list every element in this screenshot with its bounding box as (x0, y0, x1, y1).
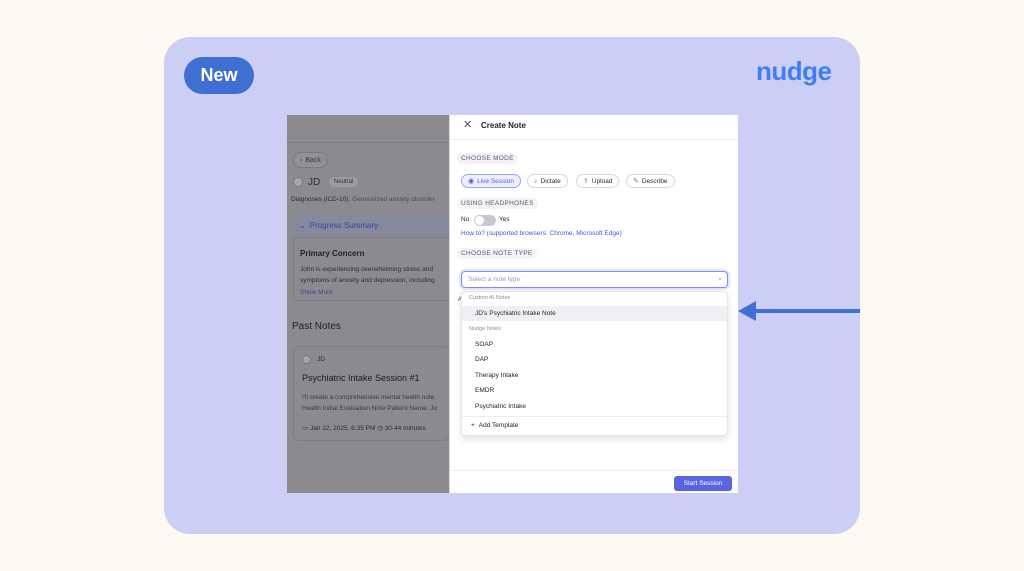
diagnoses: Diagnoses (ICD-10): Generalized anxiety … (291, 196, 435, 203)
progress-summary-header[interactable]: ⌄ Progress Summary (293, 214, 450, 238)
back-button[interactable]: ‹ Back (293, 152, 328, 168)
dropdown-item-therapy-intake[interactable]: Therapy Intake (475, 372, 518, 379)
plus-icon: + (471, 422, 475, 429)
primary-concern-title: Primary Concern (300, 249, 365, 258)
mode-upload-button[interactable]: ⇪ Upload (576, 174, 620, 188)
add-template-button[interactable]: + Add Template (471, 422, 518, 429)
choose-mode-label: CHOOSE MODE (457, 153, 518, 164)
session-preview: I'll create a comprehensive mental healt… (302, 394, 438, 412)
panel-title: Create Note (481, 121, 526, 130)
dropdown-group-nudge: Nudge Notes (469, 326, 502, 332)
session-title: Psychiatric Intake Session #1 (302, 373, 420, 383)
divider (450, 139, 738, 140)
dropdown-item-dap[interactable]: DAP (475, 356, 488, 363)
headphones-label: USING HEADPHONES (457, 198, 538, 209)
primary-concern-text: John is experiencing overwhelming stress… (300, 266, 435, 284)
past-notes-title: Past Notes (292, 321, 341, 332)
dropdown-item-jd-psychiatric-intake[interactable]: JD's Psychiatric Intake Note (475, 310, 556, 317)
avatar (293, 177, 303, 187)
note-type-placeholder: Select a note type (468, 276, 521, 283)
dropdown-item-emdr[interactable]: EMDR (475, 387, 494, 394)
divider (450, 470, 738, 471)
chevron-down-icon: ⌄ (299, 221, 306, 230)
client-initials: JD (308, 177, 321, 188)
search-icon: ⌕ (718, 276, 722, 283)
dropdown-item-soap[interactable]: SOAP (475, 341, 493, 348)
headphones-toggle[interactable] (474, 215, 496, 226)
pointer-arrow-icon (738, 301, 860, 321)
upload-icon: ⇪ (583, 178, 589, 185)
avatar (302, 355, 311, 364)
session-initials: JD (317, 356, 325, 363)
mode-describe-button[interactable]: ✎ Describe (626, 174, 675, 188)
note-type-label: CHOOSE NOTE TYPE (457, 248, 537, 259)
chevron-left-icon: ‹ (300, 156, 303, 164)
dropdown-group-custom: Custom AI Notes (469, 295, 511, 301)
toggle-yes-label: Yes (499, 216, 510, 223)
show-more-link[interactable]: Show More (300, 289, 333, 296)
background-app: ‹ Back JD Neutral Diagnoses (ICD-10): Ge… (287, 115, 450, 493)
mic-icon: ♪ (534, 177, 538, 185)
pencil-icon: ✎ (633, 178, 639, 185)
session-meta: ▭ Jan 22, 2025, 6:35 PM ◷ 30-44 minutes (302, 425, 426, 432)
divider (462, 416, 727, 417)
calendar-icon: ▭ (302, 425, 309, 432)
mood-badge: Neutral (329, 177, 359, 187)
waveform-icon: ◉ (468, 178, 475, 185)
close-icon[interactable]: ✕ (463, 120, 472, 131)
dropdown-item-psychiatric-intake[interactable]: Psychiatric Intake (475, 403, 526, 410)
mode-dictate-button[interactable]: ♪ Dictate (527, 174, 568, 188)
start-session-button[interactable]: Start Session (674, 476, 732, 491)
mode-live-session-button[interactable]: ◉ Live Session (461, 174, 521, 188)
howto-link[interactable]: How to? (supported browsers: Chrome, Mic… (461, 230, 622, 237)
note-type-select[interactable]: Select a note type ⌕ (461, 271, 728, 288)
toggle-no-label: No (461, 216, 470, 223)
new-badge: New (184, 57, 254, 94)
nudge-logo: nudge (756, 56, 832, 86)
clock-icon: ◷ (377, 425, 383, 432)
